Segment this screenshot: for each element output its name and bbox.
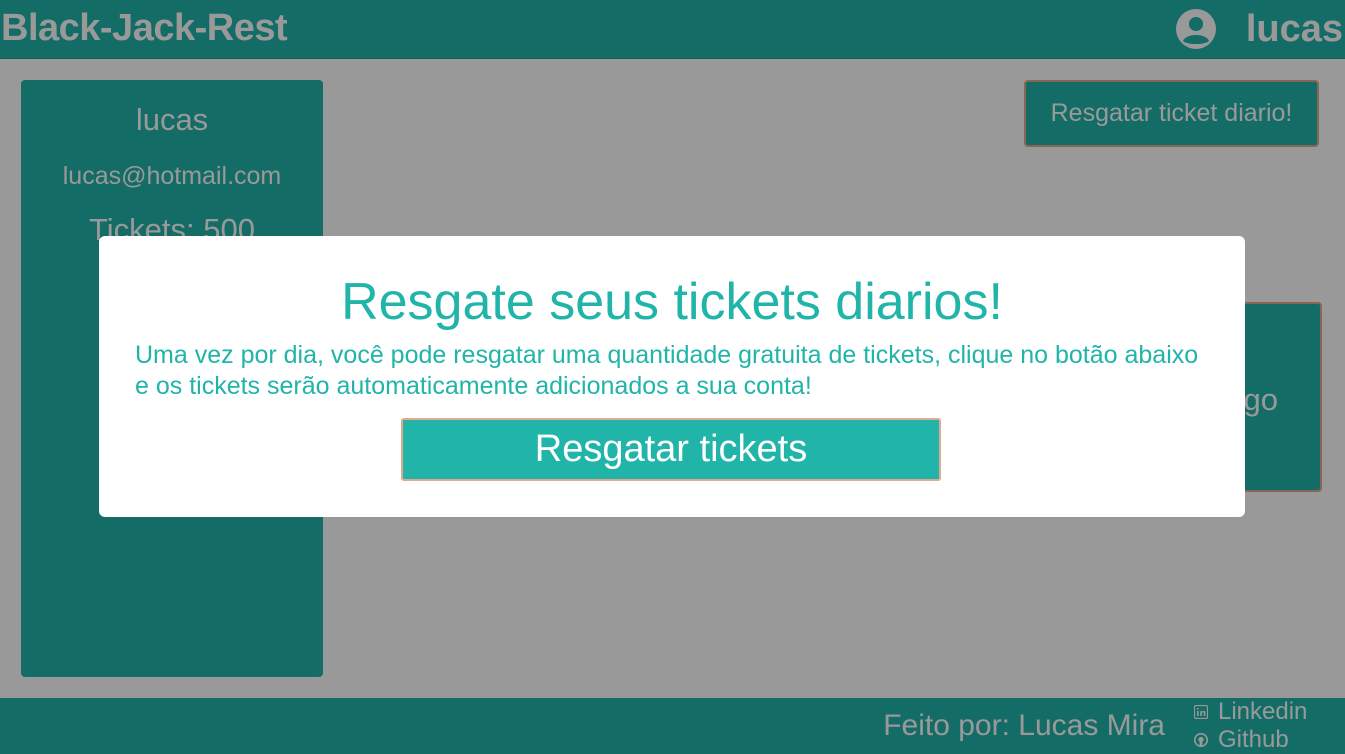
modal-title: Resgate seus tickets diarios! bbox=[341, 273, 1003, 331]
redeem-tickets-button[interactable]: Resgatar tickets bbox=[401, 418, 941, 481]
modal-description: Uma vez por dia, você pode resgatar uma … bbox=[135, 341, 1199, 400]
daily-tickets-modal: Resgate seus tickets diarios! Uma vez po… bbox=[99, 236, 1245, 517]
